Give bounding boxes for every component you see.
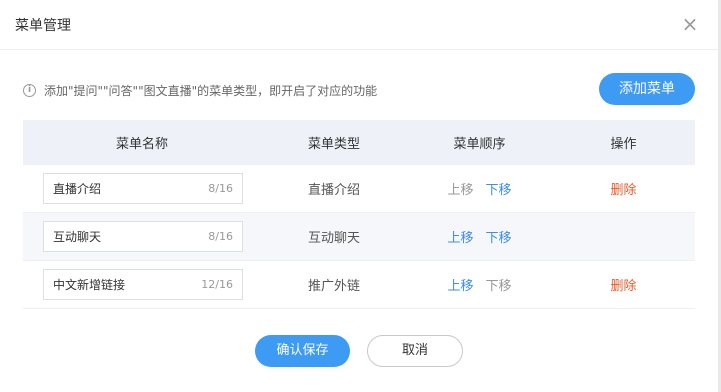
menu-name-input[interactable]: 互动聊天 8/16 — [43, 221, 243, 252]
char-counter: 12/16 — [201, 278, 233, 291]
confirm-save-button[interactable]: 确认保存 — [255, 335, 350, 367]
menu-name-input[interactable]: 直播介绍 8/16 — [43, 173, 243, 204]
delete-button[interactable]: 删除 — [610, 183, 636, 198]
table-header: 菜单名称 菜单类型 菜单顺序 操作 — [23, 120, 695, 165]
move-down-button: 下移 — [485, 279, 512, 294]
move-down-button[interactable]: 下移 — [486, 179, 512, 198]
order-controls: 上移 下移 — [407, 179, 552, 198]
menu-type: 直播介绍 — [307, 183, 360, 198]
table-row: 中文新增链接 12/16 推广外链 上移 下移 删除 — [23, 261, 695, 309]
order-controls: 上移 下移 — [407, 227, 552, 246]
menu-management-dialog: 菜单管理 × i 添加"提问""问答""图文直播"的菜单类型，即开启了对应的功能… — [0, 0, 721, 392]
char-counter: 8/16 — [208, 230, 233, 243]
menu-name-value: 互动聊天 — [53, 230, 102, 244]
menu-table: 菜单名称 菜单类型 菜单顺序 操作 直播介绍 8/16 直播介绍 上移 下移 删… — [23, 120, 695, 309]
column-header-type: 菜单类型 — [307, 137, 360, 152]
menu-name-value: 直播介绍 — [53, 182, 102, 196]
move-up-button[interactable]: 上移 — [447, 227, 473, 246]
table-row: 互动聊天 8/16 互动聊天 上移 下移 — [23, 213, 695, 261]
cancel-button[interactable]: 取消 — [367, 335, 463, 367]
move-down-button[interactable]: 下移 — [486, 227, 512, 246]
menu-type: 推广外链 — [307, 279, 360, 294]
close-icon[interactable]: × — [680, 14, 700, 34]
table-row: 直播介绍 8/16 直播介绍 上移 下移 删除 — [23, 165, 695, 213]
order-controls: 上移 下移 — [407, 275, 552, 294]
info-icon: i — [23, 83, 36, 97]
add-menu-button[interactable]: 添加菜单 — [599, 73, 695, 105]
column-header-name: 菜单名称 — [115, 137, 168, 152]
menu-type: 互动聊天 — [307, 231, 360, 246]
char-counter: 8/16 — [208, 182, 233, 195]
dialog-title: 菜单管理 — [15, 18, 71, 34]
tip-text: 添加"提问""问答""图文直播"的菜单类型，即开启了对应的功能 — [44, 83, 378, 98]
column-header-operation: 操作 — [610, 137, 637, 152]
move-up-button[interactable]: 上移 — [447, 275, 473, 294]
column-header-order: 菜单顺序 — [453, 137, 506, 152]
delete-button[interactable]: 删除 — [610, 279, 636, 294]
info-tip: i 添加"提问""问答""图文直播"的菜单类型，即开启了对应的功能 — [23, 81, 377, 99]
move-up-button: 上移 — [447, 183, 474, 198]
dialog-header: 菜单管理 × — [0, 0, 718, 50]
menu-name-value: 中文新增链接 — [53, 278, 126, 292]
menu-name-input[interactable]: 中文新增链接 12/16 — [43, 269, 243, 300]
